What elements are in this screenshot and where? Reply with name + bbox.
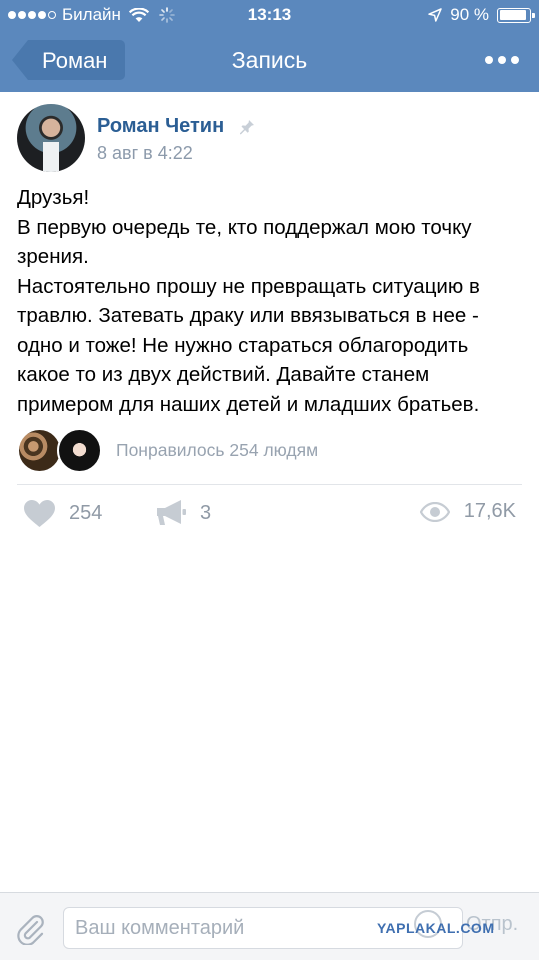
page-title: Запись — [231, 47, 308, 73]
views-count: 17,6K — [463, 500, 516, 522]
paperclip-icon[interactable] — [15, 913, 45, 945]
post-text: Друзья! В первую очередь те, кто поддерж… — [17, 183, 527, 419]
divider — [17, 484, 522, 485]
views-counter: 17,6K — [419, 500, 516, 523]
post-text-line: примером для наших детей и младших брать… — [17, 392, 480, 416]
post-text-line: В первую очередь те, кто поддержал мою т… — [17, 215, 472, 239]
repost-count: 3 — [200, 501, 212, 524]
location-arrow-icon — [428, 8, 442, 22]
liker-avatar[interactable] — [17, 428, 62, 473]
repost-button[interactable]: 3 — [157, 500, 211, 526]
like-button[interactable]: 254 — [24, 500, 102, 527]
author-avatar[interactable] — [17, 104, 85, 172]
pin-icon — [240, 120, 254, 135]
post-text-line: зрения. — [17, 245, 89, 268]
post-text-line: Настоятельно прошу не превращать ситуаци… — [17, 274, 480, 298]
heart-icon — [24, 500, 55, 527]
status-bar: Билайн 13:13 90 % — [0, 0, 539, 30]
watermark: YAPLAKAL.COM — [377, 920, 495, 936]
more-dots-icon[interactable] — [485, 54, 519, 66]
post-text-line: травлю. Затевать драку или ввязываться в… — [17, 304, 479, 327]
like-count: 254 — [69, 502, 103, 524]
likers-avatars[interactable] — [17, 428, 107, 474]
battery-icon — [497, 7, 535, 23]
battery-percent: 90 % — [450, 5, 489, 24]
post-date[interactable]: 8 авг в 4:22 — [97, 143, 193, 164]
megaphone-icon — [157, 500, 186, 525]
post-text-line: Друзья! — [17, 186, 90, 209]
post-text-line: какое то из двух действий. Давайте стане… — [17, 363, 430, 386]
likes-summary[interactable]: Понравилось 254 людям — [116, 440, 318, 461]
post-text-line: одно и тоже! Не нужно стараться облагоро… — [17, 333, 469, 357]
author-name[interactable]: Роман Четин — [97, 115, 224, 138]
liker-avatar[interactable] — [57, 428, 102, 473]
eye-icon — [419, 501, 450, 522]
top-header: Билайн 13:13 90 % Роман Запись — [0, 0, 539, 92]
